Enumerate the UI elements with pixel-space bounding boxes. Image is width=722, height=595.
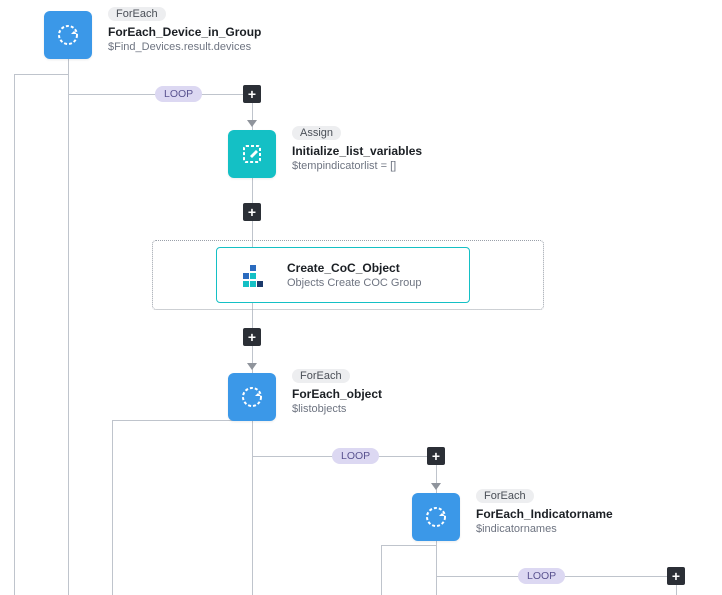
node-subtitle: $tempindicatorlist = [] [292,160,422,172]
node-type-pill: ForEach [292,369,350,383]
node-subtitle: $indicatornames [476,523,613,535]
connector [381,545,382,595]
objects-icon [233,255,273,295]
node-title: Initialize_list_variables [292,144,422,158]
loop-icon [55,22,81,48]
connector [381,545,436,546]
node-type-pill: ForEach [476,489,534,503]
loop-icon [239,384,265,410]
connector [14,74,15,595]
connector [112,420,113,595]
node-create-coc[interactable]: Create_CoC_Object Objects Create COC Gro… [216,247,470,303]
arrow-icon [431,483,441,490]
node-subtitle: $Find_Devices.result.devices [108,41,261,53]
node-foreach-indicator[interactable] [412,493,460,541]
arrow-icon [247,120,257,127]
add-step-button[interactable]: + [243,328,261,346]
arrow-icon [247,363,257,370]
node-foreach-device[interactable] [44,11,92,59]
node-label-foreach-indicator: ForEach ForEach_Indicatorname $indicator… [476,489,613,535]
add-step-button[interactable]: + [667,567,685,585]
node-title: Create_CoC_Object [287,261,422,275]
node-label-initialize: Assign Initialize_list_variables $tempin… [292,126,422,172]
node-subtitle: $listobjects [292,403,382,415]
loop-badge: LOOP [155,86,202,102]
loop-badge: LOOP [518,568,565,584]
workflow-canvas[interactable]: ForEach ForEach_Device_in_Group $Find_De… [0,0,722,595]
node-label-foreach-object: ForEach ForEach_object $listobjects [292,369,382,415]
connector [14,74,68,75]
node-type-pill: Assign [292,126,341,140]
node-type-pill: ForEach [108,7,166,21]
loop-icon [423,504,449,530]
node-title: ForEach_object [292,387,382,401]
node-foreach-object[interactable] [228,373,276,421]
add-step-button[interactable]: + [427,447,445,465]
node-title: ForEach_Device_in_Group [108,25,261,39]
node-initialize[interactable] [228,130,276,178]
add-step-button[interactable]: + [243,85,261,103]
node-label-foreach-device: ForEach ForEach_Device_in_Group $Find_De… [108,7,261,53]
connector [252,420,253,595]
connector [68,58,69,595]
loop-badge: LOOP [332,448,379,464]
node-title: ForEach_Indicatorname [476,507,613,521]
node-subtitle: Objects Create COC Group [287,277,422,289]
assign-icon [240,142,264,166]
add-step-button[interactable]: + [243,203,261,221]
